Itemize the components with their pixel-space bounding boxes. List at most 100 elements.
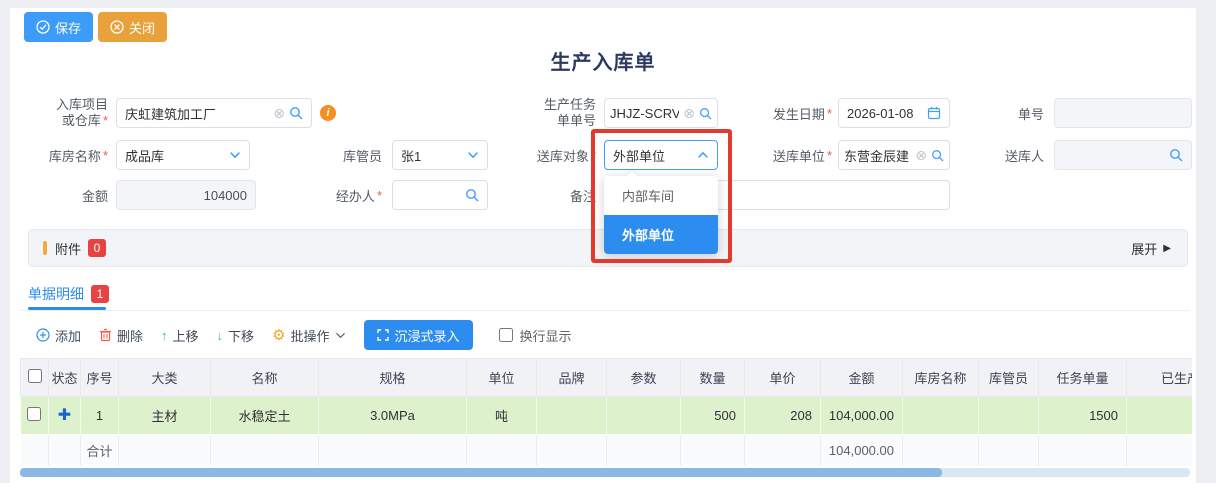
x-circle-icon (110, 20, 124, 34)
wrap-display-checkbox[interactable] (499, 328, 513, 342)
doc-no-input (1063, 106, 1183, 121)
row-name-cell[interactable]: 水稳定土 (211, 397, 319, 435)
amount-field (116, 180, 256, 210)
info-icon[interactable]: i (320, 105, 336, 121)
tab-detail[interactable]: 单据明细 1 (28, 284, 109, 304)
delivery-person-label: 送库人 (962, 140, 1044, 170)
col-status: 状态 (49, 359, 81, 397)
handler-field[interactable] (392, 180, 488, 210)
delivery-person-field[interactable] (1054, 140, 1192, 170)
select-all-checkbox[interactable] (28, 369, 42, 383)
warehouse-project-input[interactable] (125, 106, 269, 121)
row-seq-cell: 1 (81, 397, 119, 435)
warehouse-name-value[interactable] (125, 148, 225, 163)
production-inbound-page: 保存 关闭 生产入库单 入库项目 或仓库* ⊗ i 生产任务 单单号 ⊗ 发生日… (0, 0, 1216, 483)
plus-circle-icon (36, 328, 50, 342)
delivery-target-value[interactable] (613, 148, 693, 163)
keeper-value[interactable] (401, 148, 463, 163)
caret-right-icon: ▶ (1163, 243, 1171, 254)
expand-label: 展开 (1131, 239, 1157, 258)
occur-date-field[interactable] (838, 98, 950, 128)
row-brand-cell[interactable] (537, 397, 607, 435)
handler-input[interactable] (401, 188, 461, 203)
clear-icon[interactable]: ⊗ (273, 106, 285, 120)
delete-row-button[interactable]: 删除 (99, 326, 143, 345)
close-button[interactable]: 关闭 (98, 12, 167, 42)
warehouse-project-label: 入库项目 或仓库* (20, 96, 108, 130)
row-param-cell[interactable] (607, 397, 681, 435)
col-amount: 金额 (821, 359, 903, 397)
tab-detail-count-badge: 1 (91, 285, 109, 303)
delivery-unit-input[interactable] (844, 148, 911, 163)
warehouse-name-select[interactable] (116, 140, 250, 170)
add-row-button[interactable]: 添加 (36, 326, 81, 345)
row-keeper-cell[interactable] (979, 397, 1039, 435)
chevron-down-icon (229, 149, 241, 161)
row-unit-cell[interactable]: 吨 (467, 397, 537, 435)
col-price: 单价 (745, 359, 821, 397)
wrap-display-toggle[interactable]: 换行显示 (499, 326, 572, 345)
col-category: 大类 (119, 359, 211, 397)
keeper-select[interactable] (392, 140, 488, 170)
task-no-field[interactable]: ⊗ (604, 98, 718, 128)
move-up-button[interactable]: ↑ 上移 (161, 326, 199, 345)
occur-date-input[interactable] (847, 106, 923, 121)
clear-icon[interactable]: ⊗ (683, 106, 695, 120)
col-seq: 序号 (81, 359, 119, 397)
move-down-button[interactable]: ↓ 下移 (217, 326, 255, 345)
save-button[interactable]: 保存 (24, 12, 93, 42)
search-icon[interactable] (699, 107, 712, 120)
arrow-up-icon: ↑ (161, 328, 168, 343)
fullscreen-icon (377, 329, 389, 341)
col-keeper: 库管员 (979, 359, 1039, 397)
chevron-down-icon (335, 330, 346, 341)
row-price-cell[interactable]: 208 (745, 397, 821, 435)
clear-icon[interactable]: ⊗ (915, 148, 927, 162)
search-icon[interactable] (1169, 148, 1183, 162)
expand-row-icon[interactable]: ✚ (58, 407, 71, 424)
search-icon[interactable] (931, 149, 944, 162)
page-title: 生产入库单 (10, 46, 1196, 75)
table-row[interactable]: ✚ 1 主材 水稳定土 3.0MPa 吨 500 208 104,000.00 … (21, 397, 1193, 435)
row-status-cell[interactable]: ✚ (49, 397, 81, 435)
wrap-display-label: 换行显示 (520, 326, 572, 345)
dropdown-option-external[interactable]: 外部单位 (604, 215, 718, 254)
search-icon[interactable] (465, 188, 479, 202)
delivery-unit-field[interactable]: ⊗ (838, 140, 950, 170)
warehouse-project-field[interactable]: ⊗ (116, 98, 312, 128)
chevron-down-icon (467, 149, 479, 161)
search-icon[interactable] (289, 106, 303, 120)
warehouse-name-label: 库房名称* (20, 140, 108, 170)
expand-button[interactable]: 展开 ▶ (1131, 239, 1171, 258)
row-task-qty-cell: 1500 (1039, 397, 1127, 435)
close-button-label: 关闭 (129, 18, 155, 37)
col-brand: 品牌 (537, 359, 607, 397)
calendar-icon[interactable] (927, 106, 941, 120)
delivery-target-select[interactable] (604, 140, 718, 170)
col-task-qty: 任务单量 (1039, 359, 1127, 397)
col-spec: 规格 (319, 359, 467, 397)
delivery-unit-label: 送库单位* (744, 140, 832, 170)
select-all-header[interactable] (21, 359, 49, 397)
total-row: 合计 104,000.00 (21, 435, 1193, 467)
row-spec-cell[interactable]: 3.0MPa (319, 397, 467, 435)
col-qty: 数量 (681, 359, 745, 397)
row-checkbox[interactable] (27, 407, 41, 421)
remark-label: 备注 (508, 180, 596, 210)
occur-date-label: 发生日期* (744, 98, 832, 128)
row-qty-cell[interactable]: 500 (681, 397, 745, 435)
tab-divider (20, 310, 1190, 311)
horizontal-scrollbar-thumb[interactable] (20, 468, 942, 477)
keeper-label: 库管员 (300, 140, 382, 170)
immersive-entry-button[interactable]: 沉浸式录入 (364, 320, 473, 350)
row-select-cell[interactable] (21, 397, 49, 435)
row-category-cell[interactable]: 主材 (119, 397, 211, 435)
attachment-count-badge: 0 (88, 239, 106, 257)
dropdown-option-internal[interactable]: 内部车间 (604, 176, 718, 215)
total-label-cell: 合计 (81, 435, 119, 467)
batch-actions-button[interactable]: ⚙ 批操作 (272, 326, 345, 345)
task-no-input[interactable] (610, 106, 679, 121)
trash-icon (99, 328, 112, 342)
delivery-person-input[interactable] (1063, 148, 1165, 163)
row-warehouse-cell[interactable] (903, 397, 979, 435)
